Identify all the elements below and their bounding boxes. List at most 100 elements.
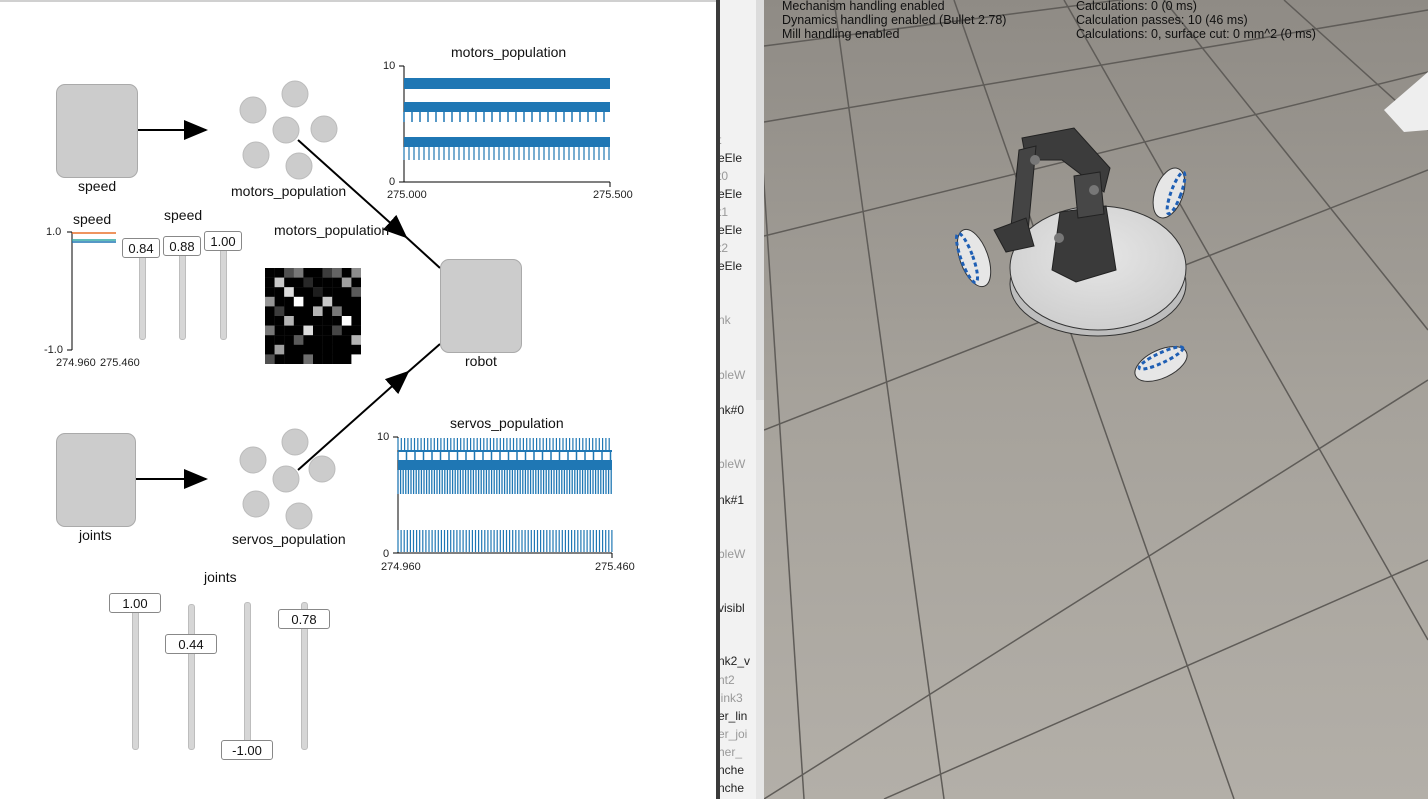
scene-tree-item[interactable]: eEle	[720, 151, 742, 165]
matrix-cell	[284, 335, 294, 345]
joints-node[interactable]	[56, 433, 136, 527]
scene-tree-item[interactable]: nt2	[720, 673, 735, 687]
matrix-cell	[322, 316, 333, 326]
spike-band	[404, 102, 610, 112]
speed-slider-handle-2[interactable]: 0.88	[163, 236, 201, 256]
scene-tree-item[interactable]: nche	[720, 781, 744, 795]
joints-slider-track-3[interactable]	[244, 602, 251, 746]
matrix-cell	[265, 325, 275, 336]
scene-tree-item[interactable]: er_lin	[720, 709, 747, 723]
floor-surface	[764, 0, 1428, 799]
motors-raster-plot	[399, 65, 611, 187]
matrix-cell	[293, 296, 304, 307]
joints-slider-handle-4[interactable]: 0.78	[278, 609, 330, 629]
matrix-cell	[313, 287, 323, 297]
matrix-cell	[274, 344, 285, 355]
scene-tree-item[interactable]: her_	[720, 745, 742, 759]
matrix-cell	[284, 316, 294, 326]
joints-node-label: joints	[79, 527, 112, 543]
scene-tree-item[interactable]: nche	[720, 763, 744, 777]
scene-tree-item[interactable]: eEle	[720, 259, 742, 273]
scene-tree-item[interactable]: bleW	[720, 368, 745, 382]
matrix-cell	[341, 277, 352, 288]
matrix-cell	[332, 296, 342, 307]
matrix-cell	[351, 316, 361, 326]
matrix-cell	[265, 268, 275, 278]
matrix-cell	[322, 296, 333, 307]
matrix-cell	[303, 268, 314, 278]
joints-slider-handle-3[interactable]: -1.00	[221, 740, 273, 760]
matrix-cell	[293, 306, 304, 317]
matrix-cell	[313, 325, 323, 336]
robot-node-label: robot	[465, 353, 497, 369]
scene-tree-item[interactable]: visibl	[720, 601, 745, 615]
matrix-cell	[341, 335, 352, 345]
matrix-cell	[351, 325, 361, 336]
matrix-cell	[293, 268, 304, 278]
scene-tree-item[interactable]: nk2_v	[720, 654, 750, 668]
spike-band	[404, 78, 610, 89]
matrix-cell	[274, 306, 285, 317]
matrix-cell	[293, 325, 304, 336]
matrix-cell	[274, 277, 285, 288]
scene-tree-item[interactable]: eEle	[720, 187, 742, 201]
scene-tree-item[interactable]: t1	[720, 205, 728, 219]
scene-tree-item[interactable]: bleW	[720, 547, 745, 561]
scene-tree-item[interactable]: nk	[720, 313, 731, 327]
matrix-cell	[341, 344, 352, 355]
connection-motors-robot-tail	[405, 236, 441, 269]
scene-tree-item[interactable]: bleW	[720, 457, 745, 471]
scene-tree-item[interactable]: link3	[720, 691, 743, 705]
matrix-cell	[303, 325, 314, 336]
matrix-cell	[265, 296, 275, 307]
spike-band	[398, 460, 612, 470]
scene-tree-item[interactable]: eEle	[720, 223, 742, 237]
matrix-cell	[293, 316, 304, 326]
matrix-cell	[313, 354, 323, 364]
matrix-cell	[351, 335, 361, 345]
speed-node[interactable]	[56, 84, 138, 178]
joints-slider-track-2[interactable]	[188, 604, 195, 750]
speed-plot-y-top: 1.0	[46, 226, 62, 238]
matrix-cell	[351, 268, 361, 278]
scene-tree-item[interactable]: nk#1	[720, 493, 744, 507]
matrix-cell	[341, 316, 352, 326]
motors-raster-y-top: 10	[383, 60, 396, 72]
matrix-cell	[265, 277, 275, 288]
scene-tree-item[interactable]: nk#0	[720, 403, 744, 417]
scene-tree-item[interactable]: t2	[720, 241, 728, 255]
joints-slider-handle-1[interactable]: 1.00	[109, 593, 161, 613]
matrix-cell	[313, 277, 323, 288]
matrix-cell	[332, 316, 342, 326]
joints-slider-handle-2[interactable]: 0.44	[165, 634, 217, 654]
matrix-cell	[265, 354, 275, 364]
matrix-cell	[341, 354, 352, 364]
connection-servos-robot-tail	[407, 343, 441, 373]
scene-hierarchy-scrollbar[interactable]	[756, 0, 764, 799]
scene-tree-item[interactable]: t0	[720, 169, 728, 183]
joints-slider-track-1[interactable]	[132, 596, 139, 750]
robot-node[interactable]	[440, 259, 522, 353]
matrix-cell	[274, 325, 285, 336]
speed-slider-handle-1[interactable]: 0.84	[122, 238, 160, 258]
matrix-cell	[341, 296, 352, 307]
motors-raster-x-right: 275.500	[593, 189, 633, 201]
speed-plot-x-left: 274.960	[56, 357, 96, 369]
sim-status-line: Dynamics handling enabled (Bullet 2.78)	[782, 13, 1007, 27]
matrix-cell	[332, 268, 342, 278]
speed-node-label: speed	[78, 178, 117, 194]
scene-tree-item[interactable]: t	[720, 133, 721, 147]
matrix-cell	[265, 316, 275, 326]
matrix-cell	[293, 354, 304, 364]
simulation-viewport[interactable]: Mechanism handling enabled Dynamics handl…	[764, 0, 1428, 799]
matrix-cell	[332, 335, 342, 345]
scene-tree-item[interactable]: er_joi	[720, 727, 747, 741]
sim-status-line: Mechanism handling enabled	[782, 0, 945, 13]
matrix-cell	[284, 344, 294, 355]
matrix-cell	[341, 268, 352, 278]
matrix-cell	[313, 296, 323, 307]
scrollbar-thumb[interactable]	[756, 0, 764, 400]
matrix-cell	[322, 335, 333, 345]
matrix-cell	[322, 354, 333, 364]
speed-slider-handle-3[interactable]: 1.00	[204, 231, 242, 251]
